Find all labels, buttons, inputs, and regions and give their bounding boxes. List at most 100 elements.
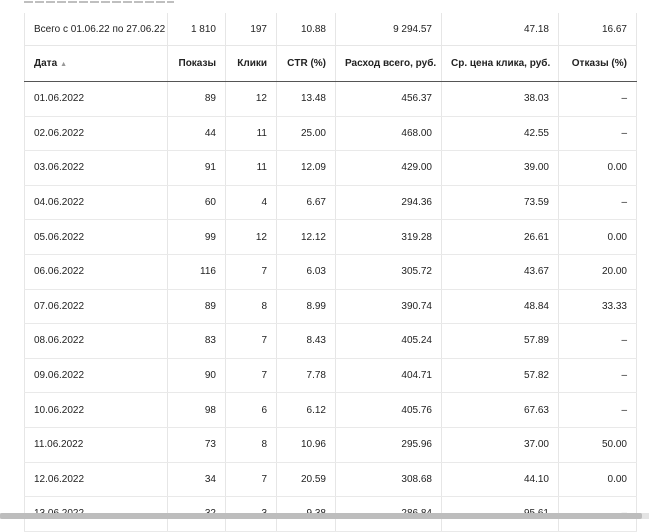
- cell-spend: 405.24: [335, 323, 442, 359]
- statistics-table: Всего с 01.06.22 по 27.06.22 1 810 197 1…: [24, 13, 637, 532]
- total-shows: 1 810: [167, 13, 226, 46]
- table-row: 03.06.2022 91 11 12.09 429.00 39.00 0.00: [24, 150, 637, 186]
- cell-clicks: 7: [225, 358, 277, 394]
- column-header-spend[interactable]: Расход всего, руб.: [335, 45, 442, 82]
- table-row: 01.06.2022 89 12 13.48 456.37 38.03–: [24, 81, 637, 117]
- cell-shows: 98: [167, 392, 226, 428]
- cell-ctr: 6.12: [276, 392, 336, 428]
- cell-cpc: 38.03: [441, 81, 559, 117]
- cell-date: 05.06.2022: [24, 219, 168, 255]
- cell-cpc: 57.82: [441, 358, 559, 394]
- cell-clicks: 11: [225, 116, 277, 152]
- table-row: 05.06.2022 99 12 12.12 319.28 26.61 0.00: [24, 219, 637, 255]
- cell-ctr: 7.78: [276, 358, 336, 394]
- cell-shows: 91: [167, 150, 226, 186]
- cell-date: 02.06.2022: [24, 116, 168, 152]
- table-row: 04.06.2022 60 4 6.67 294.36 73.59–: [24, 185, 637, 221]
- cell-bounce: 33.33: [558, 289, 637, 325]
- column-header-date[interactable]: Дата ▲: [24, 45, 168, 82]
- cell-spend: 468.00: [335, 116, 442, 152]
- cell-clicks: 8: [225, 427, 277, 463]
- cell-spend: 294.36: [335, 185, 442, 221]
- cell-date: 04.06.2022: [24, 185, 168, 221]
- cell-clicks: 4: [225, 185, 277, 221]
- cell-shows: 90: [167, 358, 226, 394]
- total-spend: 9 294.57: [335, 13, 442, 46]
- cell-spend: 456.37: [335, 81, 442, 117]
- cell-spend: 429.00: [335, 150, 442, 186]
- cell-cpc: 67.63: [441, 392, 559, 428]
- column-header-shows[interactable]: Показы: [167, 45, 226, 82]
- table-row: 02.06.2022 44 11 25.00 468.00 42.55–: [24, 116, 637, 152]
- total-label: Всего с 01.06.22 по 27.06.22: [24, 13, 168, 46]
- cell-spend: 404.71: [335, 358, 442, 394]
- cell-shows: 89: [167, 289, 226, 325]
- cell-ctr: 6.03: [276, 254, 336, 290]
- cell-ctr: 20.59: [276, 462, 336, 498]
- cell-bounce: –: [558, 323, 637, 359]
- cell-date: 10.06.2022: [24, 392, 168, 428]
- total-ctr: 10.88: [276, 13, 336, 46]
- cell-shows: 83: [167, 323, 226, 359]
- cell-date: 08.06.2022: [24, 323, 168, 359]
- cell-cpc: 26.61: [441, 219, 559, 255]
- cell-clicks: 12: [225, 219, 277, 255]
- cropped-heading: [24, 0, 184, 5]
- cell-shows: 116: [167, 254, 226, 290]
- cell-shows: 89: [167, 81, 226, 117]
- cell-bounce: 0.00: [558, 150, 637, 186]
- column-headers: Дата ▲ Показы Клики CTR (%) Расход всего,…: [24, 45, 637, 82]
- cell-shows: 60: [167, 185, 226, 221]
- cell-ctr: 8.43: [276, 323, 336, 359]
- total-cpc: 47.18: [441, 13, 559, 46]
- total-bounce: 16.67: [558, 13, 637, 46]
- cell-ctr: 8.99: [276, 289, 336, 325]
- cell-ctr: 12.12: [276, 219, 336, 255]
- column-header-bounce[interactable]: Отказы (%): [558, 45, 637, 82]
- cell-cpc: 42.55: [441, 116, 559, 152]
- cell-date: 11.06.2022: [24, 427, 168, 463]
- cell-spend: 390.74: [335, 289, 442, 325]
- cell-clicks: 7: [225, 323, 277, 359]
- column-header-date-label: Дата: [34, 58, 58, 69]
- cell-date: 06.06.2022: [24, 254, 168, 290]
- cell-cpc: 44.10: [441, 462, 559, 498]
- column-header-cpc[interactable]: Ср. цена клика, руб.: [441, 45, 559, 82]
- horizontal-scrollbar-thumb[interactable]: [0, 513, 642, 519]
- cell-clicks: 12: [225, 81, 277, 117]
- cell-bounce: –: [558, 81, 637, 117]
- cell-shows: 44: [167, 116, 226, 152]
- cell-spend: 319.28: [335, 219, 442, 255]
- table-row: 09.06.2022 90 7 7.78 404.71 57.82–: [24, 358, 637, 394]
- cell-ctr: 12.09: [276, 150, 336, 186]
- cell-shows: 34: [167, 462, 226, 498]
- cell-cpc: 73.59: [441, 185, 559, 221]
- cell-shows: 99: [167, 219, 226, 255]
- table-row: 07.06.2022 89 8 8.99 390.74 48.84 33.33: [24, 289, 637, 325]
- cell-bounce: –: [558, 185, 637, 221]
- column-header-clicks[interactable]: Клики: [225, 45, 277, 82]
- table-row: 10.06.2022 98 6 6.12 405.76 67.63–: [24, 392, 637, 428]
- cell-cpc: 48.84: [441, 289, 559, 325]
- cell-bounce: –: [558, 392, 637, 428]
- total-row: Всего с 01.06.22 по 27.06.22 1 810 197 1…: [24, 13, 637, 46]
- cell-bounce: –: [558, 116, 637, 152]
- cell-cpc: 57.89: [441, 323, 559, 359]
- cell-date: 01.06.2022: [24, 81, 168, 117]
- cell-bounce: 50.00: [558, 427, 637, 463]
- cell-clicks: 11: [225, 150, 277, 186]
- cell-spend: 405.76: [335, 392, 442, 428]
- table-row: 12.06.2022 34 7 20.59 308.68 44.10 0.00: [24, 462, 637, 498]
- column-header-ctr[interactable]: CTR (%): [276, 45, 336, 82]
- table-row: 11.06.2022 73 8 10.96 295.96 37.00 50.00: [24, 427, 637, 463]
- cell-spend: 305.72: [335, 254, 442, 290]
- cell-date: 07.06.2022: [24, 289, 168, 325]
- cell-bounce: 20.00: [558, 254, 637, 290]
- cell-date: 12.06.2022: [24, 462, 168, 498]
- cell-bounce: 0.00: [558, 462, 637, 498]
- cell-bounce: 0.00: [558, 219, 637, 255]
- sort-ascending-icon: ▲: [60, 61, 68, 68]
- cell-ctr: 13.48: [276, 81, 336, 117]
- cell-date: 09.06.2022: [24, 358, 168, 394]
- cell-bounce: –: [558, 358, 637, 394]
